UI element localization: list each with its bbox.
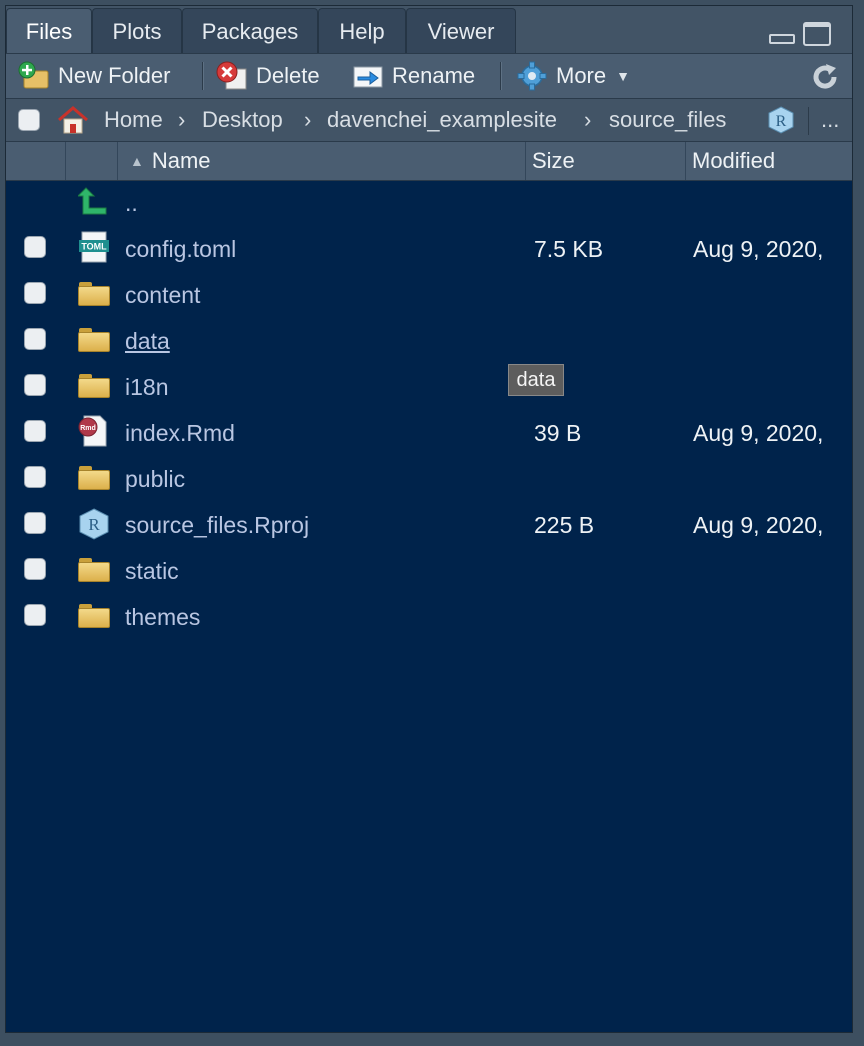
file-name-link[interactable]: source_files.Rproj [125,502,309,548]
files-pane: Files Plots Packages Help Viewer New Fol… [5,5,853,1033]
more-label: More [556,63,607,88]
row-checkbox[interactable] [24,236,46,258]
file-size: 39 B [534,420,582,446]
select-all-checkbox[interactable] [18,109,40,131]
home-icon[interactable] [56,105,90,135]
breadcrumb-davenchei-examplesite[interactable]: davenchei_examplesite [327,99,557,141]
maximize-icon[interactable] [803,22,831,46]
delete-label: Delete [256,63,320,88]
tab-viewer[interactable]: Viewer [406,8,516,53]
more-path-button[interactable]: ... [821,99,839,141]
file-modified: Aug 9, 2020, [693,512,824,538]
chevron-right-icon: › [584,107,592,132]
new-folder-label: New Folder [58,63,171,88]
r-project-icon[interactable]: R [766,105,796,135]
file-modified: Aug 9, 2020, [693,236,824,262]
file-row[interactable]: R source_files.Rproj 225 B Aug 9, 2020, [6,502,852,548]
new-folder-icon [18,61,50,91]
breadcrumb: Home › Desktop › davenchei_examplesite ›… [6,99,852,142]
rproj-file-icon: R [78,508,110,540]
gear-icon [516,61,548,91]
row-checkbox[interactable] [24,558,46,580]
file-name-link[interactable]: index.Rmd [125,410,235,456]
breadcrumb-divider [808,107,809,135]
tab-plots[interactable]: Plots [92,8,182,53]
parent-directory-row[interactable]: .. [6,180,852,226]
file-name-link[interactable]: themes [125,594,200,640]
folder-icon [78,374,110,398]
folder-icon [78,558,110,582]
file-row[interactable]: static [6,548,852,594]
rmd-file-icon: Rmd [78,415,110,447]
row-checkbox[interactable] [24,512,46,534]
row-checkbox[interactable] [24,328,46,350]
toml-file-icon: TOML [78,231,110,263]
toolbar-divider [500,62,502,90]
header-modified[interactable]: Modified [686,142,852,180]
parent-directory-link[interactable]: .. [125,180,138,226]
hover-tooltip: data [508,364,564,396]
chevron-down-icon: ▼ [616,68,630,84]
file-name-link[interactable]: config.toml [125,226,236,272]
file-row[interactable]: TOML config.toml 7.5 KB Aug 9, 2020, [6,226,852,272]
row-checkbox[interactable] [24,604,46,626]
folder-icon [78,328,110,352]
row-checkbox[interactable] [24,374,46,396]
tab-packages[interactable]: Packages [182,8,318,53]
column-header: ▲ Name Size Modified [6,142,852,181]
file-name-link[interactable]: data [125,318,170,364]
file-row[interactable]: themes [6,594,852,640]
refresh-icon[interactable] [810,62,840,92]
minimize-icon[interactable] [769,34,795,44]
delete-icon [216,61,248,91]
header-name[interactable]: ▲ Name [118,142,526,180]
svg-text:R: R [776,113,787,130]
chevron-right-icon: › [304,107,312,132]
header-checkbox-column [6,142,66,180]
folder-icon [78,466,110,490]
folder-icon [78,282,110,306]
file-row[interactable]: i18n [6,364,852,410]
breadcrumb-home[interactable]: Home [104,99,163,141]
svg-text:TOML: TOML [81,242,107,252]
tab-bar: Files Plots Packages Help Viewer [6,6,852,54]
row-checkbox[interactable] [24,282,46,304]
breadcrumb-source-files[interactable]: source_files [609,99,726,141]
svg-text:R: R [88,515,100,534]
file-name-link[interactable]: content [125,272,200,318]
file-row[interactable]: content [6,272,852,318]
files-toolbar: New Folder Delete Rename More ▼ [6,54,852,99]
delete-button[interactable]: Delete [216,54,320,98]
rename-button[interactable]: Rename [352,54,475,98]
file-name-link[interactable]: i18n [125,364,168,410]
folder-icon [78,604,110,628]
breadcrumb-desktop[interactable]: Desktop [202,99,283,141]
file-row[interactable]: Rmd index.Rmd 39 B Aug 9, 2020, [6,410,852,456]
file-name-link[interactable]: public [125,456,185,502]
chevron-right-icon: › [178,107,186,132]
toolbar-divider [202,62,204,90]
file-row[interactable]: public [6,456,852,502]
tab-help[interactable]: Help [318,8,406,53]
sort-ascending-icon: ▲ [130,153,144,169]
new-folder-button[interactable]: New Folder [18,54,170,98]
tab-files[interactable]: Files [6,8,92,53]
file-modified: Aug 9, 2020, [693,420,824,446]
go-up-icon [76,186,110,216]
row-checkbox[interactable] [24,420,46,442]
file-row[interactable]: data [6,318,852,364]
svg-text:Rmd: Rmd [80,425,96,432]
row-checkbox[interactable] [24,466,46,488]
rename-icon [352,61,384,91]
file-size: 7.5 KB [534,236,604,262]
header-size[interactable]: Size [526,142,686,180]
header-name-label: Name [151,148,211,173]
more-button[interactable]: More ▼ [516,54,630,98]
file-name-link[interactable]: static [125,548,179,594]
file-size: 225 B [534,512,595,538]
header-icon-column [66,142,118,180]
rename-label: Rename [392,63,476,88]
